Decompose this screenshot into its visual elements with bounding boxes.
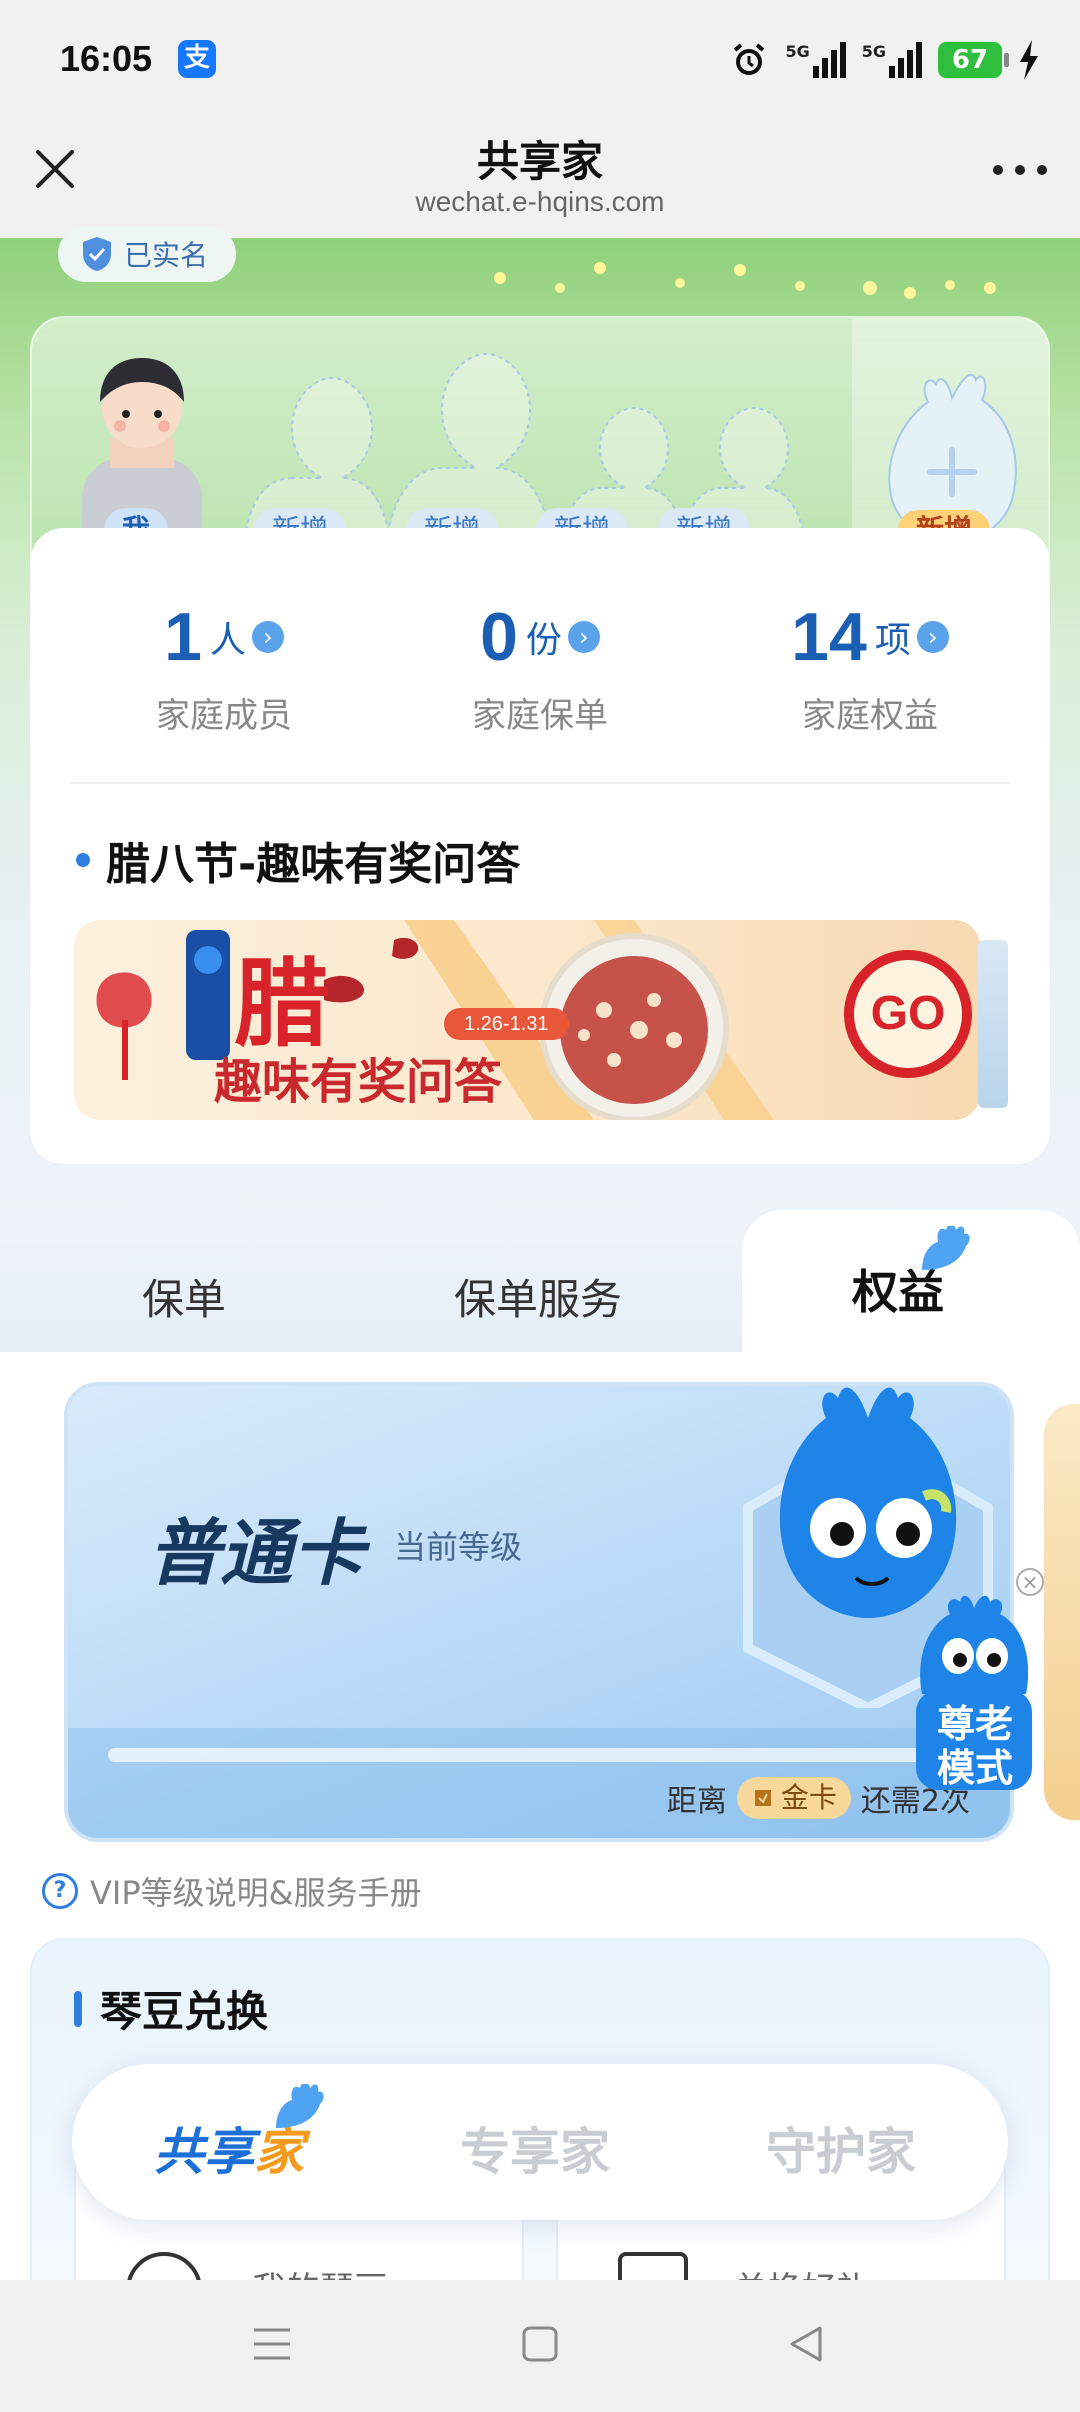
exchange-title-text: 琴豆兑换	[100, 1987, 269, 2036]
stat-label: 家庭权益	[802, 696, 938, 736]
banner-next-peek[interactable]	[978, 940, 1008, 1108]
elder-mode-line1: 尊老	[936, 1702, 1013, 1746]
gold-card-chip: 金卡	[736, 1777, 851, 1819]
elder-mode-label[interactable]: 尊老 模式	[920, 1702, 1030, 1790]
network-label-1: 5G	[785, 42, 810, 61]
vip-info-link[interactable]: ? VIP等级说明&服务手册	[42, 1868, 422, 1914]
more-icon[interactable]	[990, 160, 1050, 180]
vip-level-card[interactable]: 普通卡 当前等级 距离 金卡 还需2次	[64, 1382, 1014, 1842]
bullet-icon	[76, 853, 90, 867]
promo-banner[interactable]: 腊 1.26-1.31 趣味有奖问答 GO	[74, 920, 980, 1120]
alipay-icon: 支	[178, 40, 216, 78]
page-title: 共享家	[476, 137, 603, 186]
tab-benefits[interactable]: 权益	[742, 1210, 1080, 1360]
title-accent-bar	[74, 1990, 82, 2027]
mascot-hand-icon	[922, 1226, 970, 1270]
tab-policy-service[interactable]: 保单服务	[454, 1266, 622, 1327]
shield-icon	[83, 237, 111, 271]
banner-go-button[interactable]: GO	[844, 950, 972, 1078]
question-icon: ?	[42, 1873, 78, 1909]
page-url: wechat.e-hqins.com	[415, 186, 665, 217]
mascot-hand-icon	[276, 2084, 324, 2128]
stat-label: 家庭成员	[156, 696, 292, 736]
stat-label: 家庭保单	[472, 696, 608, 736]
bottom-tab-guardian-home[interactable]: 守护家	[766, 2112, 916, 2184]
banner-text: 趣味有奖问答	[214, 1054, 503, 1110]
vip-info-link-text: VIP等级说明&服务手册	[90, 1874, 422, 1912]
vip-current-label: 当前等级	[394, 1528, 523, 1566]
verified-label: 已实名	[124, 239, 209, 272]
chevron-right-icon: ›	[916, 621, 949, 653]
bottom-tab-shared-main: 共享	[154, 2123, 254, 2181]
bottom-tab-bar: 共享家 专享家 守护家	[72, 2064, 1008, 2220]
next-level-card-peek[interactable]	[1044, 1404, 1080, 1820]
exchange-title: 琴豆兑换	[74, 1978, 268, 2039]
stat-family-benefits[interactable]: 14 项 › 家庭权益	[710, 598, 1030, 737]
divider	[70, 782, 1010, 784]
tab-policy[interactable]: 保单	[142, 1266, 226, 1327]
status-time: 16:05	[60, 38, 153, 79]
close-icon[interactable]: ×	[1016, 1568, 1044, 1596]
battery-indicator: 67	[938, 42, 1009, 78]
chevron-right-icon: ›	[567, 621, 600, 653]
home-icon[interactable]	[520, 2324, 560, 2364]
bottom-tab-exclusive-home[interactable]: 专享家	[460, 2112, 610, 2184]
charging-icon	[1020, 40, 1038, 80]
stat-unit: 份	[525, 620, 562, 661]
system-navigation-bar	[0, 2280, 1080, 2412]
status-icons: 5G 5G 67	[729, 34, 1040, 86]
crown-icon	[754, 1790, 771, 1806]
gold-card-label: 金卡	[780, 1781, 837, 1814]
status-bar: 16:05 支 5G 5G 67	[0, 0, 1080, 120]
promo-section-title: 腊八节-趣味有奖问答	[76, 828, 520, 892]
alarm-icon	[734, 43, 765, 75]
stat-number: 1	[164, 599, 202, 675]
stat-family-policies[interactable]: 0 份 › 家庭保单	[380, 598, 700, 737]
back-icon[interactable]	[786, 2324, 826, 2364]
network-label-2: 5G	[861, 42, 886, 61]
stat-family-members[interactable]: 1 人 › 家庭成员	[64, 598, 384, 737]
stat-unit: 人	[209, 620, 246, 661]
promo-title-text: 腊八节-趣味有奖问答	[106, 839, 521, 890]
verified-badge: 已实名	[58, 226, 237, 282]
stat-number: 14	[791, 599, 867, 675]
elder-mode-line2: 模式	[936, 1746, 1013, 1790]
stat-number: 0	[480, 599, 518, 675]
nav-bar: 共享家 wechat.e-hqins.com	[0, 120, 1080, 238]
family-summary-card: 1 人 › 家庭成员 0 份 › 家庭保单 14 项 › 家庭权益 腊八节-趣味有奖问答	[30, 528, 1050, 1164]
banner-date-badge: 1.26-1.31	[444, 1008, 569, 1040]
vip-level-name: 普通卡	[148, 1511, 365, 1595]
stat-unit: 项	[874, 620, 911, 661]
vip-hint-prefix: 距离	[666, 1784, 727, 1819]
signal-icon-2: 5G	[862, 42, 922, 78]
vip-progress-bar	[108, 1748, 948, 1762]
chevron-right-icon: ›	[251, 621, 284, 653]
menu-icon[interactable]	[252, 2324, 292, 2364]
signal-icon-1: 5G	[785, 42, 846, 78]
